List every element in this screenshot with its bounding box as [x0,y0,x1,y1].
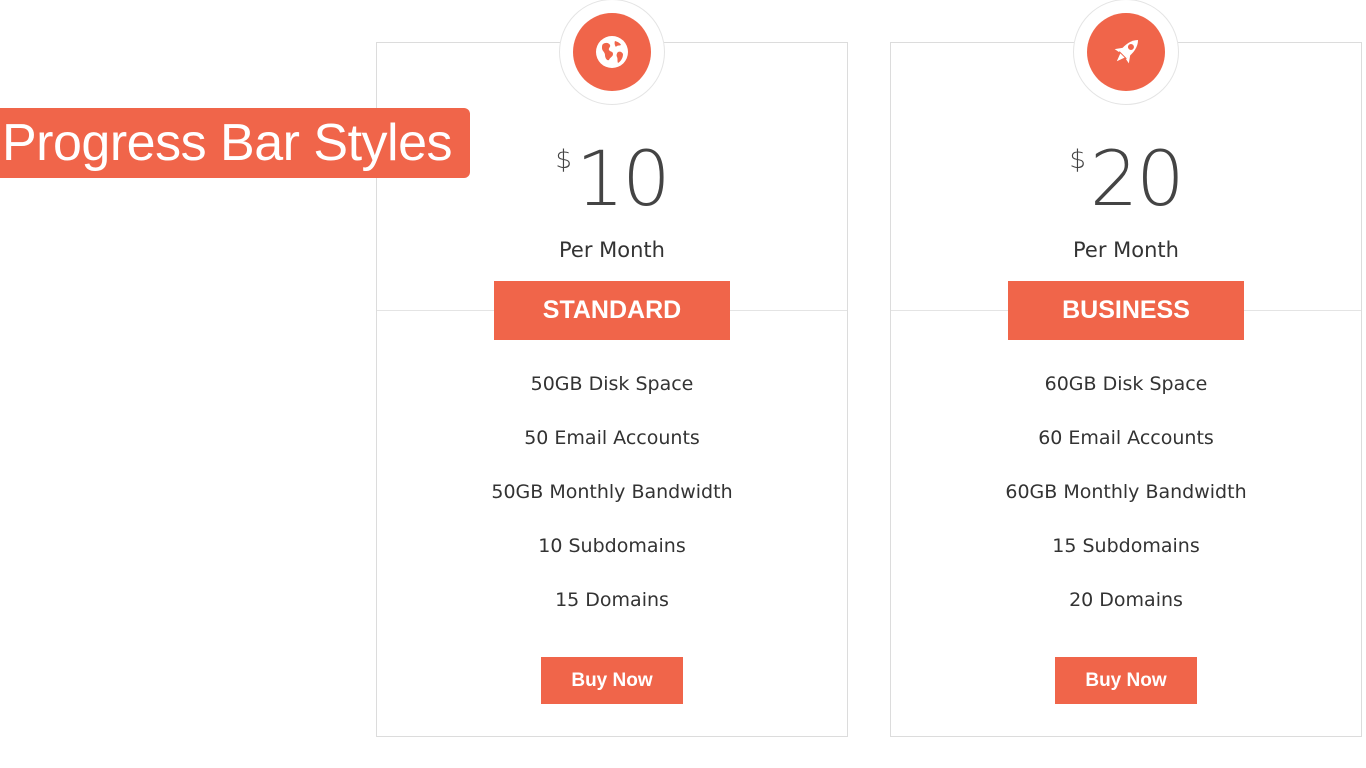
feature-item: 60GB Disk Space [1044,373,1208,395]
price-currency: $ [555,145,572,175]
feature-item: 15 Domains [555,589,669,611]
buy-now-button[interactable]: Buy Now [1055,657,1197,704]
price-currency: $ [1069,145,1086,175]
plan-icon-ring [559,0,665,105]
page-title-banner: Progress Bar Styles [0,108,470,178]
feature-item: 20 Domains [1069,589,1183,611]
feature-item: 60 Email Accounts [1038,427,1214,449]
plan-icon-circle [1087,13,1165,91]
feature-item: 15 Subdomains [1052,535,1200,557]
buy-now-button[interactable]: Buy Now [541,657,683,704]
rocket-icon [1114,39,1139,64]
plan-icon-circle [573,13,651,91]
price-amount: 10 [575,134,671,223]
plan-name-badge: STANDARD [494,281,730,340]
price-period: Per Month [1073,238,1179,262]
feature-item: 50GB Monthly Bandwidth [491,481,733,503]
feature-item: 10 Subdomains [538,535,686,557]
globe-icon [596,36,628,68]
price-amount: 20 [1089,134,1185,223]
feature-list: 60GB Disk Space 60 Email Accounts 60GB M… [891,357,1361,627]
feature-list: 50GB Disk Space 50 Email Accounts 50GB M… [377,357,847,627]
feature-item: 60GB Monthly Bandwidth [1005,481,1247,503]
pricing-card-business: $20 Per Month BUSINESS 60GB Disk Space 6… [890,0,1362,737]
plan-name-badge: BUSINESS [1008,281,1244,340]
page: Progress Bar Styles $10 Per Month STANDA… [0,0,1366,768]
feature-item: 50GB Disk Space [530,373,694,395]
plan-price: $20 [891,135,1361,223]
plan-icon-ring [1073,0,1179,105]
feature-item: 50 Email Accounts [524,427,700,449]
price-period: Per Month [559,238,665,262]
